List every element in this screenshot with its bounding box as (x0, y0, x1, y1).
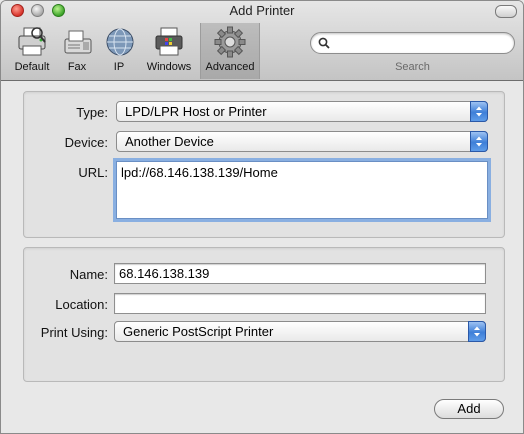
chevron-updown-icon (474, 326, 480, 337)
add-button[interactable]: Add (434, 399, 504, 419)
type-label: Type: (76, 105, 108, 120)
location-label: Location: (55, 297, 108, 312)
add-printer-window: Add Printer Default Fax IP Windows Advan… (0, 0, 524, 434)
name-label: Name: (69, 267, 108, 282)
url-field[interactable]: lpd://68.146.138.139/Home (116, 161, 488, 219)
type-popup[interactable]: LPD/LPR Host or Printer (116, 101, 488, 122)
url-label: URL: (78, 165, 108, 180)
search-label: Search (395, 61, 430, 73)
toolbar: Add Printer Default Fax IP Windows Advan… (1, 1, 523, 81)
ip-globe-icon (106, 28, 134, 56)
name-field[interactable]: 68.146.138.139 (114, 263, 486, 284)
toolbar-fax-label: Fax (67, 61, 87, 73)
fax-icon (64, 30, 92, 54)
device-popup-arrows (470, 131, 488, 152)
toolbar-toggle-button[interactable] (495, 5, 517, 18)
toolbar-fax-button[interactable]: Fax (61, 23, 93, 79)
print-using-label: Print Using: (40, 325, 108, 340)
device-popup-value: Another Device (125, 134, 214, 149)
window-title: Add Printer (229, 3, 295, 18)
print-using-popup-arrows (468, 321, 486, 342)
toolbar-advanced-button[interactable]: Advanced (200, 23, 260, 79)
toolbar-windows-label: Windows (146, 61, 192, 73)
location-field[interactable] (114, 293, 486, 314)
search-container (310, 32, 515, 54)
windows-printer-icon (155, 27, 183, 56)
print-using-popup-value: Generic PostScript Printer (123, 324, 274, 339)
advanced-gear-icon (214, 26, 246, 58)
search-input[interactable] (310, 32, 515, 54)
chevron-updown-icon (476, 106, 482, 117)
toolbar-windows-button[interactable]: Windows (143, 23, 195, 79)
toolbar-ip-button[interactable]: IP (103, 23, 135, 79)
device-label: Device: (64, 135, 108, 150)
toolbar-ip-label: IP (113, 61, 125, 73)
print-using-popup[interactable]: Generic PostScript Printer (114, 321, 486, 342)
type-popup-arrows (470, 101, 488, 122)
toolbar-advanced-label: Advanced (205, 61, 255, 73)
default-printer-icon (18, 27, 46, 56)
type-popup-value: LPD/LPR Host or Printer (125, 104, 267, 119)
toolbar-default-label: Default (14, 61, 50, 73)
device-popup[interactable]: Another Device (116, 131, 488, 152)
chevron-updown-icon (476, 136, 482, 147)
search-icon (318, 37, 330, 49)
toolbar-default-button[interactable]: Default (9, 23, 55, 79)
